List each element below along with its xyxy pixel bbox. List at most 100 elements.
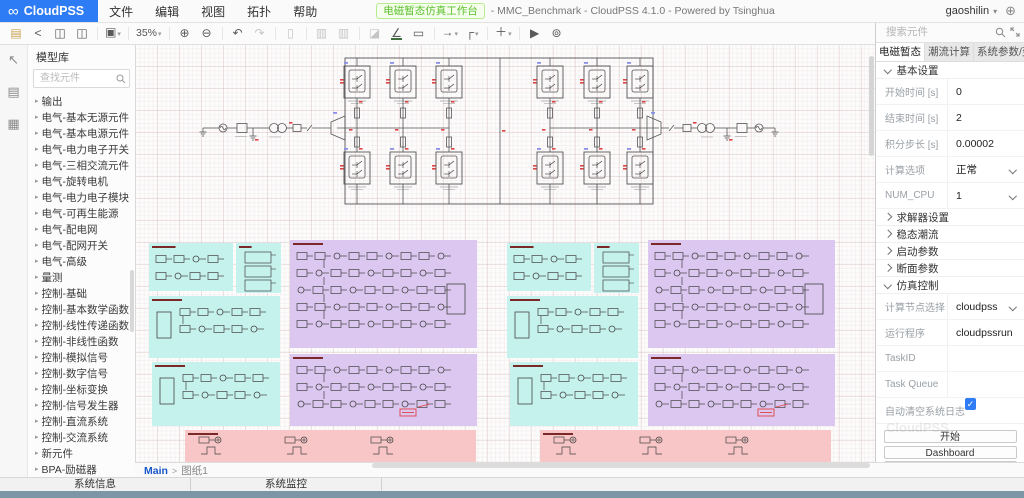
section-header[interactable]: 求解器设置 [876,209,1024,226]
field-select[interactable]: cloudpss [947,294,1024,319]
menu-file[interactable]: 文件 [98,3,144,20]
publish-button[interactable]: ⊚ [546,23,568,43]
field-select[interactable]: 正常 [947,157,1024,182]
tree-item[interactable]: ▸控制-线性传递函数 [28,317,135,333]
section-header[interactable]: 仿真控制 [876,277,1024,294]
field-value-input[interactable] [947,346,1024,371]
user-dropdown-icon[interactable]: ▾ [993,7,997,16]
tree-item[interactable]: ▸控制-模拟信号 [28,349,135,365]
field-value-input[interactable]: cloudpssrun [947,320,1024,345]
tab-system-params[interactable]: 系统参数/变量 [973,43,1024,61]
field-value-input[interactable]: 2 [947,105,1024,130]
tab-system-monitor[interactable]: 系统监控 [191,478,382,492]
add-button[interactable]: ＋▾ [492,22,515,45]
tree-item[interactable]: ▸电气-旋转电机 [28,173,135,189]
tree-item[interactable]: ▸控制-坐标变换 [28,381,135,397]
menu-topology[interactable]: 拓扑 [236,3,282,20]
tree-item[interactable]: ▸电气-配电网 [28,221,135,237]
section-header[interactable]: 断面参数 [876,260,1024,277]
tree-item[interactable]: ▸控制-数字信号 [28,365,135,381]
action-button[interactable]: Dashboard [884,446,1017,459]
tree-item-label: 电气-基本无源元件 [42,110,130,125]
arrow-tool-button[interactable]: →▾ [439,22,462,45]
wire-tool-button[interactable]: ┌▾ [461,22,483,45]
tree-item[interactable]: ▸电气-三相交流元件 [28,157,135,173]
delete-button[interactable]: ▯ [280,23,302,43]
tree-item[interactable]: ▸电气-高级 [28,253,135,269]
model-library-panel: 模型库 ▸输出▸电气-基本无源元件▸电气-基本电源元件▸电气-电力电子开关▸电气… [28,44,136,477]
section-header[interactable]: 基本设置 [876,62,1024,79]
settings-body: 基本设置开始时间 [s]0结束时间 [s]2积分步长 [s]0.00002计算选… [876,62,1024,424]
checkbox[interactable]: ✓ [965,398,976,410]
tree-item[interactable]: ▸电气-基本无源元件 [28,109,135,125]
shape-button[interactable]: ▭ [408,23,430,43]
tree-item[interactable]: ▸控制-非线性函数 [28,333,135,349]
field-value-text: 2 [956,112,962,124]
layout-button[interactable]: ▣▾ [102,22,124,45]
component-search-input[interactable] [38,72,116,85]
tree-item[interactable]: ▸控制-信号发生器 [28,397,135,413]
tab-system-info[interactable]: 系统信息 [0,478,191,492]
section-title: 稳态潮流 [897,227,939,242]
share-button[interactable]: < [27,23,49,43]
field-value-text: 0.00002 [956,138,994,150]
field-select[interactable]: 1 [947,183,1024,208]
expand-panel-icon[interactable] [1010,27,1020,37]
tree-item[interactable]: ▸控制-基础 [28,285,135,301]
tree-item[interactable]: ▸控制-基本数学函数 [28,301,135,317]
tree-item[interactable]: ▸控制-交流系统 [28,429,135,445]
sidebar-scrollbar[interactable] [130,270,134,332]
tree-item[interactable]: ▸新元件 [28,445,135,461]
zoom-in-button[interactable]: ⊕ [174,23,196,43]
tree-item[interactable]: ▸输出 [28,93,135,109]
tree-item[interactable]: ▸BPA-励磁器 [28,461,135,477]
zoom-select[interactable]: 35%▾ [133,22,165,45]
file-button[interactable]: ▤ [5,23,27,43]
cloudpss-logo[interactable]: ∞ CloudPSS [0,0,98,22]
tree-item[interactable]: ▸电气-基本电源元件 [28,125,135,141]
tree-item[interactable]: ▸电气-电力电子开关 [28,141,135,157]
tree-item[interactable]: ▸电气-电力电子模块 [28,189,135,205]
tree-item[interactable]: ▸电气-配网开关 [28,237,135,253]
element-search-box[interactable] [876,22,1024,43]
field-value-input[interactable] [947,372,1024,397]
copy-button[interactable]: ▥ [311,23,333,43]
tab-powerflow[interactable]: 潮流计算 [924,43,973,61]
breadcrumb-sheet[interactable]: 图纸1 [181,463,208,478]
library-icon[interactable]: ▦ [7,116,19,132]
tree-item[interactable]: ▸量测 [28,269,135,285]
field-value-input[interactable]: 0.00002 [947,131,1024,156]
canvas-horizontal-scrollbar[interactable] [372,463,870,468]
pen-button[interactable]: ∠ [386,23,408,43]
fill-button[interactable]: ◪ [364,23,386,43]
tree-item[interactable]: ▸控制-直流系统 [28,413,135,429]
redo-button[interactable]: ↷ [249,23,271,43]
field-value-input[interactable]: 0 [947,79,1024,104]
cursor-icon[interactable]: ↖ [8,52,19,68]
zoom-out-button[interactable]: ⊖ [196,23,218,43]
undo-button[interactable]: ↶ [227,23,249,43]
section-header[interactable]: 稳态潮流 [876,226,1024,243]
element-search-input[interactable] [884,25,991,39]
run-button[interactable]: ▶ [524,23,546,43]
save-as-button[interactable]: ◫ [71,23,93,43]
tree-expand-icon: ▸ [35,289,39,297]
components-icon[interactable]: ▤ [7,84,19,100]
section-header[interactable]: 启动参数 [876,243,1024,260]
breadcrumb-root[interactable]: Main [144,465,168,477]
username[interactable]: gaoshilin [946,5,989,17]
schematic-canvas[interactable] [135,44,875,462]
canvas-vertical-scrollbar[interactable] [869,56,874,156]
menu-help[interactable]: 帮助 [282,3,328,20]
language-globe-icon[interactable]: ⊕ [1005,3,1016,19]
tree-expand-icon: ▸ [35,321,39,329]
menu-edit[interactable]: 编辑 [144,3,190,20]
tree-item[interactable]: ▸电气-可再生能源 [28,205,135,221]
chevron-down-icon [1008,303,1016,311]
paste-button[interactable]: ▥ [333,23,355,43]
save-button[interactable]: ◫ [49,23,71,43]
menu-view[interactable]: 视图 [190,3,236,20]
tab-emt[interactable]: 电磁暂态 [876,43,924,61]
component-search-box[interactable] [33,69,130,88]
section-title: 仿真控制 [897,278,939,293]
